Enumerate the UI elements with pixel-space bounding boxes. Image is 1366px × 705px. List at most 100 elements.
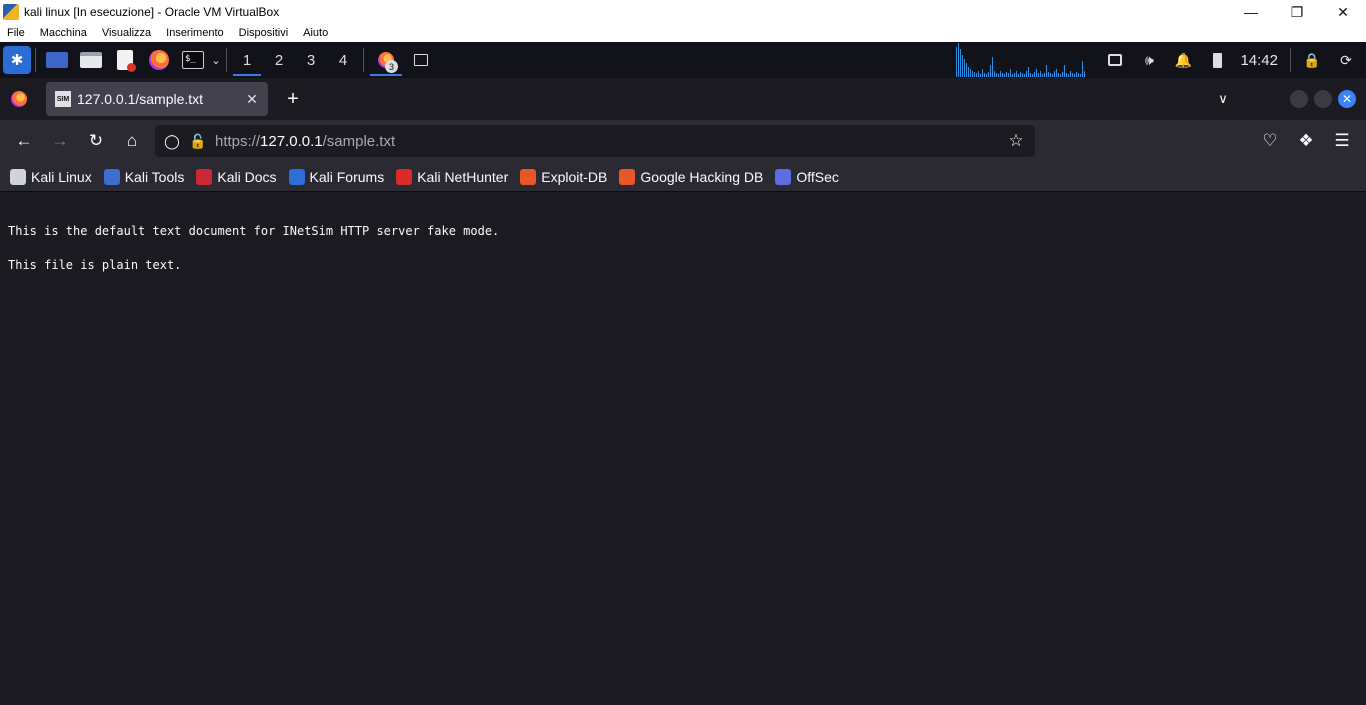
back-arrow-icon[interactable]: ← [6, 125, 42, 157]
panel-separator [226, 48, 227, 72]
taskbar-firefox-group[interactable]: 3 [368, 42, 404, 78]
url-scheme: https:// [215, 132, 261, 150]
restore-button[interactable]: ❐ [1274, 0, 1320, 24]
bookmark-star-icon[interactable]: ☆ [1003, 131, 1029, 151]
menu-aiuto[interactable]: Aiuto [303, 27, 328, 39]
kali-dragon-icon [10, 168, 26, 185]
plain-text-document: This is the default text document for IN… [0, 193, 1366, 705]
bookmark-item[interactable]: Kali Tools [103, 168, 184, 185]
tracking-shield-icon[interactable]: ◯ [159, 133, 185, 150]
clock[interactable]: 14:42 [1240, 52, 1278, 69]
power-icon[interactable]: ⟳ [1334, 48, 1358, 72]
document-line: This file is plain text. [8, 258, 182, 272]
ghdb-icon [619, 168, 636, 185]
menu-file[interactable]: File [7, 27, 25, 39]
window-count-badge: 3 [385, 60, 398, 73]
bookmark-item[interactable]: Kali Forums [288, 168, 384, 185]
cpu-graph-bar [1080, 74, 1082, 77]
cpu-graph-bar [1068, 74, 1070, 77]
offsec-icon [775, 168, 792, 185]
bookmark-item[interactable]: OffSec [775, 168, 839, 185]
cpu-graph-bar [1076, 72, 1078, 77]
file-manager-icon[interactable] [79, 48, 103, 72]
tab-sample-txt[interactable]: SIM 127.0.0.1/sample.txt ✕ [46, 82, 268, 116]
insecure-lock-icon[interactable]: 🔓 [185, 133, 211, 150]
show-desktop-icon[interactable] [45, 48, 69, 72]
bookmark-label: Kali Docs [217, 168, 277, 185]
bookmark-item[interactable]: Google Hacking DB [619, 168, 763, 185]
cpu-graph-bar [1058, 73, 1060, 77]
url-path: /sample.txt [322, 132, 396, 150]
workspace-2[interactable]: 2 [263, 42, 295, 78]
xfce-panel: ✱ $_ ⌄ 1 2 3 4 3 🕪 🔔 14:42 🔒 ⟳ [0, 42, 1366, 78]
terminal-launcher-icon[interactable]: $_ [181, 48, 205, 72]
bookmark-item[interactable]: Kali Docs [196, 168, 277, 185]
workspace-1[interactable]: 1 [231, 42, 263, 78]
volume-icon[interactable]: 🕪 [1137, 48, 1161, 72]
bell-icon[interactable]: 🔔 [1171, 48, 1195, 72]
cpu-graph-bar [1066, 73, 1068, 77]
pocket-icon[interactable]: ♡ [1252, 125, 1288, 157]
bookmark-item[interactable]: Kali NetHunter [396, 168, 508, 185]
text-editor-icon[interactable] [113, 48, 137, 72]
document-line: This is the default text document for IN… [8, 224, 500, 238]
maximize-firefox-button[interactable] [1314, 90, 1332, 108]
battery-icon[interactable] [1205, 48, 1229, 72]
hamburger-menu-icon[interactable]: ☰ [1324, 125, 1360, 157]
minimize-button[interactable]: — [1228, 0, 1274, 24]
workspace-4[interactable]: 4 [327, 42, 359, 78]
cpu-graph-bar [1034, 72, 1036, 77]
close-window-button[interactable]: ✕ [1320, 0, 1366, 24]
cpu-graph-bar [1008, 73, 1010, 77]
close-tab-icon[interactable]: ✕ [240, 91, 264, 108]
taskbar-terminal-icon[interactable] [409, 48, 433, 72]
network-icon[interactable] [1103, 48, 1127, 72]
reload-icon[interactable]: ↻ [78, 125, 114, 157]
minimize-firefox-button[interactable] [1290, 90, 1308, 108]
firefox-navbar: ← → ↻ ⌂ ◯ 🔓 https://127.0.0.1/sample.txt… [0, 120, 1366, 162]
cpu-graph-bar [1072, 73, 1074, 77]
firefox-view-button[interactable] [0, 78, 38, 120]
bookmark-item[interactable]: Exploit-DB [520, 168, 607, 185]
menu-visualizza[interactable]: Visualizza [102, 27, 151, 39]
cpu-graph-bar [1048, 72, 1050, 77]
bookmark-item[interactable]: Kali Linux [10, 168, 92, 185]
cpu-graph-bar [1032, 74, 1034, 77]
lock-icon[interactable]: 🔒 [1300, 48, 1324, 72]
kali-menu-button[interactable]: ✱ [3, 46, 31, 74]
cpu-graph-bar [1006, 72, 1008, 77]
cpu-graph-bar [1074, 74, 1076, 77]
bookmark-label: Kali Linux [31, 168, 92, 185]
bookmarks-toolbar: Kali Linux Kali Tools Kali Docs Kali Forums… [0, 162, 1366, 192]
cpu-graph-bar [1084, 71, 1086, 77]
cpu-graph-bar [976, 73, 978, 77]
vbox-titlebar: kali linux [In esecuzione] - Oracle VM V… [0, 0, 1366, 24]
cpu-graph-bar [970, 69, 972, 77]
extensions-puzzle-icon[interactable]: ❖ [1288, 125, 1324, 157]
cpu-graph-bar [1062, 72, 1064, 77]
firefox-launcher-icon[interactable] [147, 48, 171, 72]
url-bar[interactable]: ◯ 🔓 https://127.0.0.1/sample.txt ☆ [155, 125, 1035, 157]
cpu-graph-bar [1012, 74, 1014, 77]
menu-macchina[interactable]: Macchina [40, 27, 87, 39]
cpu-graph-bar [1022, 73, 1024, 77]
new-tab-button[interactable]: + [278, 84, 308, 114]
cpu-graph-bar [1082, 61, 1084, 77]
url-text[interactable]: https://127.0.0.1/sample.txt [211, 133, 1003, 150]
url-host: 127.0.0.1 [260, 132, 323, 150]
workspace-3[interactable]: 3 [295, 42, 327, 78]
chevron-down-icon[interactable]: ⌄ [210, 48, 222, 72]
vbox-menubar: File Macchina Visualizza Inserimento Dis… [0, 24, 1366, 42]
cpu-graph-bar [1078, 73, 1080, 77]
list-all-tabs-chevron-down-icon[interactable]: ∨ [1208, 91, 1238, 107]
menu-dispositivi[interactable]: Dispositivi [239, 27, 289, 39]
close-firefox-button[interactable]: ✕ [1338, 90, 1356, 108]
cpu-graph-bar [986, 74, 988, 77]
cpu-graph-bar [1050, 73, 1052, 77]
menu-inserimento[interactable]: Inserimento [166, 27, 223, 39]
home-icon[interactable]: ⌂ [114, 125, 150, 157]
cpu-graph-bar [972, 71, 974, 77]
cpu-graph-bar [982, 69, 984, 77]
kali-docs-icon [196, 168, 213, 185]
forward-arrow-icon[interactable]: → [42, 125, 78, 157]
